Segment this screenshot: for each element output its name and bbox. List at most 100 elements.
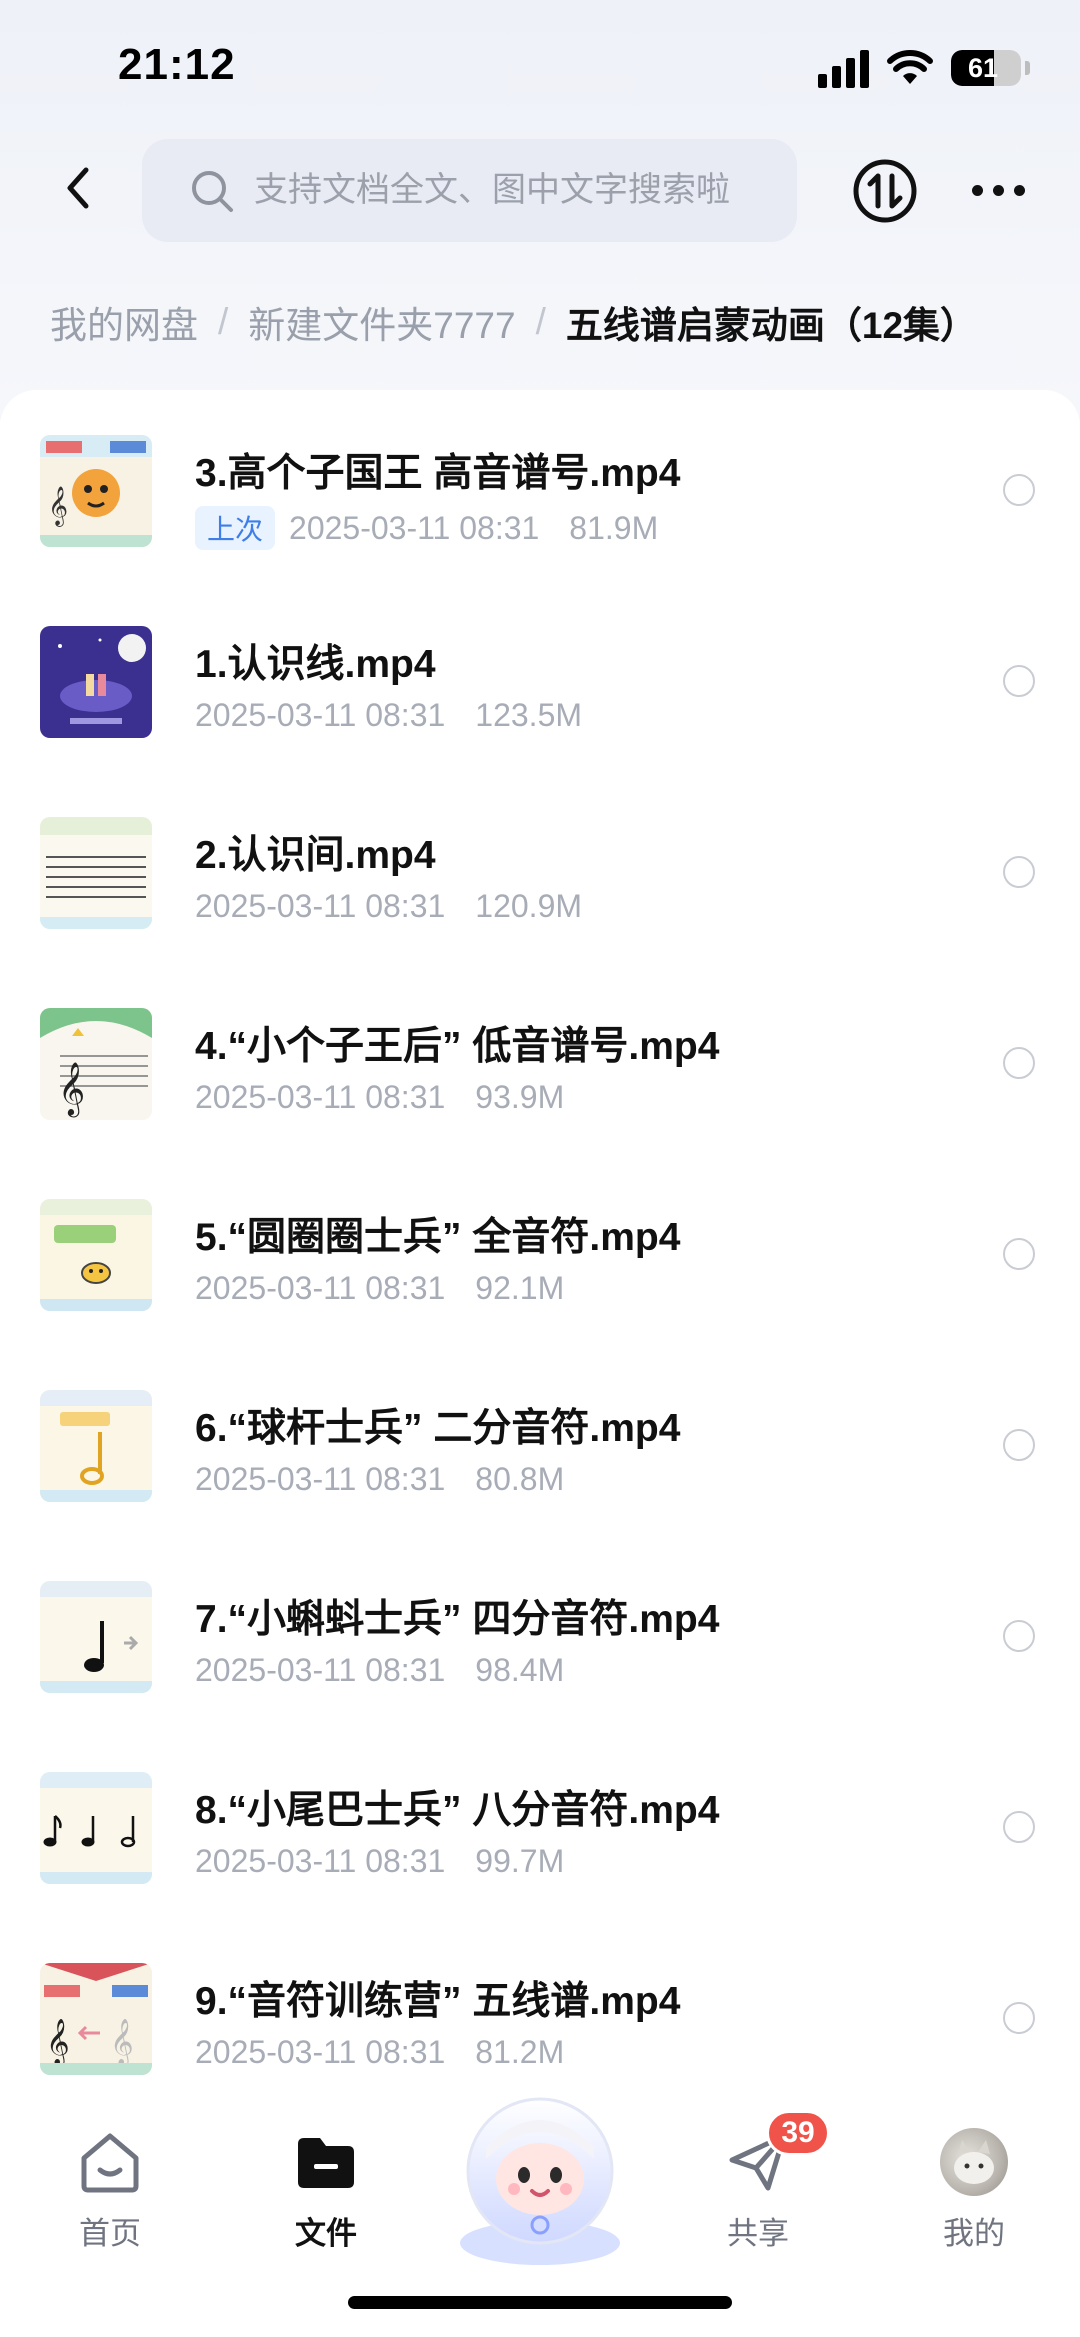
file-row[interactable]: 2.认识间.mp4 2025-03-11 08:31 120.9M (0, 772, 1080, 963)
battery-icon: 61 (951, 50, 1021, 86)
tab-home-label: 首页 (79, 2216, 141, 2251)
more-options-button[interactable] (972, 170, 1032, 210)
file-size: 92.1M (475, 1270, 565, 1306)
video-thumbnail (40, 626, 152, 738)
svg-text:𝄞: 𝄞 (48, 486, 68, 527)
more-dot-icon (972, 184, 983, 196)
select-radio[interactable] (1003, 2002, 1035, 2034)
file-meta: 上次 2025-03-11 08:31 81.9M (195, 506, 658, 550)
file-date: 2025-03-11 08:31 (195, 1079, 446, 1115)
file-name: 7.“小蝌蚪士兵” 四分音符.mp4 (195, 1598, 720, 1641)
file-name: 9.“音符训练营” 五线谱.mp4 (195, 1980, 681, 2023)
file-row[interactable]: 5.“圆圈圈士兵” 全音符.mp4 2025-03-11 08:31 92.1M (0, 1154, 1080, 1345)
svg-text:𝄞: 𝄞 (58, 1061, 85, 1117)
breadcrumb-item-root[interactable]: 我的网盘 (50, 295, 198, 349)
breadcrumb: 我的网盘 / 新建文件夹7777 / 五线谱启蒙动画（12集） (50, 292, 977, 352)
back-button[interactable] (50, 158, 110, 218)
file-size: 98.4M (475, 1652, 565, 1688)
file-date: 2025-03-11 08:31 (195, 1652, 446, 1688)
file-name: 4.“小个子王后” 低音谱号.mp4 (195, 1025, 720, 1068)
file-row[interactable]: 𝄞 4.“小个子王后” 低音谱号.mp4 2025-03-11 08:31 93… (0, 963, 1080, 1154)
tab-home[interactable]: 首页 (40, 2128, 180, 2253)
svg-text:𝄞: 𝄞 (110, 2019, 134, 2067)
wifi-icon (887, 50, 933, 86)
file-meta: 2025-03-11 08:31 99.7M (195, 1843, 564, 1880)
search-input[interactable] (254, 171, 774, 210)
select-radio[interactable] (1003, 665, 1035, 697)
file-date: 2025-03-11 08:31 (195, 1270, 446, 1306)
battery-percent: 61 (967, 52, 999, 83)
svg-text:𝄞: 𝄞 (46, 2019, 70, 2067)
tab-me[interactable]: 我的 (904, 2128, 1044, 2253)
tab-me-label: 我的 (943, 2216, 1005, 2251)
breadcrumb-separator: / (535, 301, 546, 342)
share-count-badge: 39 (766, 2110, 830, 2156)
file-meta: 2025-03-11 08:31 81.2M (195, 2034, 564, 2071)
file-name: 1.认识线.mp4 (195, 643, 436, 686)
select-radio[interactable] (1003, 1811, 1035, 1843)
search-bar[interactable] (142, 139, 797, 242)
more-dot-icon (993, 184, 1004, 196)
video-thumbnail (40, 1199, 152, 1311)
chevron-left-icon (67, 167, 89, 209)
file-meta: 2025-03-11 08:31 120.9M (195, 888, 582, 925)
file-row[interactable]: 8.“小尾巴士兵” 八分音符.mp4 2025-03-11 08:31 99.7… (0, 1727, 1080, 1918)
transfer-button[interactable] (852, 158, 918, 224)
video-thumbnail: 𝄞 (40, 435, 152, 547)
search-icon (192, 170, 233, 212)
video-thumbnail (40, 1390, 152, 1502)
file-row[interactable]: 𝄞 3.高个子国王 高音谱号.mp4 上次 2025-03-11 08:31 8… (0, 390, 1080, 581)
ai-assistant-button[interactable] (440, 2075, 640, 2275)
file-date: 2025-03-11 08:31 (195, 888, 446, 924)
file-date: 2025-03-11 08:31 (195, 1843, 446, 1879)
file-name: 6.“球杆士兵” 二分音符.mp4 (195, 1407, 681, 1450)
file-date: 2025-03-11 08:31 (195, 1461, 446, 1497)
file-row[interactable]: 7.“小蝌蚪士兵” 四分音符.mp4 2025-03-11 08:31 98.4… (0, 1536, 1080, 1727)
status-time: 21:12 (118, 40, 236, 89)
file-row[interactable]: 6.“球杆士兵” 二分音符.mp4 2025-03-11 08:31 80.8M (0, 1345, 1080, 1536)
video-thumbnail (40, 817, 152, 929)
avatar (940, 2128, 1008, 2196)
video-thumbnail: 𝄞 𝄞 (40, 1963, 152, 2075)
select-radio[interactable] (1003, 1620, 1035, 1652)
tab-files[interactable]: 文件 (256, 2128, 396, 2253)
share-icon: 39 (724, 2110, 830, 2196)
file-date: 2025-03-11 08:31 (195, 2034, 446, 2070)
file-size: 123.5M (475, 697, 583, 733)
breadcrumb-item-folder[interactable]: 新建文件夹7777 (248, 295, 515, 349)
select-radio[interactable] (1003, 1429, 1035, 1461)
select-radio[interactable] (1003, 856, 1035, 888)
file-row[interactable]: 1.认识线.mp4 2025-03-11 08:31 123.5M (0, 581, 1080, 772)
file-size: 93.9M (475, 1079, 565, 1115)
file-size: 80.8M (475, 1461, 565, 1497)
tab-share[interactable]: 39 共享 (688, 2110, 830, 2253)
video-thumbnail (40, 1581, 152, 1693)
more-dot-icon (1014, 184, 1025, 196)
home-indicator (348, 2296, 732, 2309)
select-radio[interactable] (1003, 474, 1035, 506)
file-name: 3.高个子国王 高音谱号.mp4 (195, 452, 681, 495)
select-radio[interactable] (1003, 1047, 1035, 1079)
status-bar: 21:12 61 (0, 0, 1080, 120)
file-size: 81.9M (569, 509, 659, 546)
cellular-signal-icon (818, 48, 869, 88)
tab-share-label: 共享 (727, 2216, 789, 2251)
breadcrumb-separator: / (218, 301, 229, 342)
file-meta: 2025-03-11 08:31 123.5M (195, 697, 582, 734)
select-radio[interactable] (1003, 1238, 1035, 1270)
file-name: 5.“圆圈圈士兵” 全音符.mp4 (195, 1216, 681, 1259)
breadcrumb-current: 五线谱启蒙动画（12集） (565, 305, 978, 346)
last-played-badge: 上次 (195, 506, 276, 550)
home-icon (76, 2128, 144, 2196)
tab-files-label: 文件 (295, 2216, 357, 2251)
folder-icon (292, 2128, 360, 2196)
status-icons: 61 (818, 48, 1030, 88)
file-name: 2.认识间.mp4 (195, 834, 436, 877)
video-thumbnail (40, 1772, 152, 1884)
file-name: 8.“小尾巴士兵” 八分音符.mp4 (195, 1789, 720, 1832)
file-meta: 2025-03-11 08:31 98.4M (195, 1652, 564, 1689)
file-size: 120.9M (475, 888, 583, 924)
file-size: 81.2M (475, 2034, 565, 2070)
assistant-mascot-icon (460, 2097, 620, 2265)
battery-cap (1025, 61, 1030, 75)
